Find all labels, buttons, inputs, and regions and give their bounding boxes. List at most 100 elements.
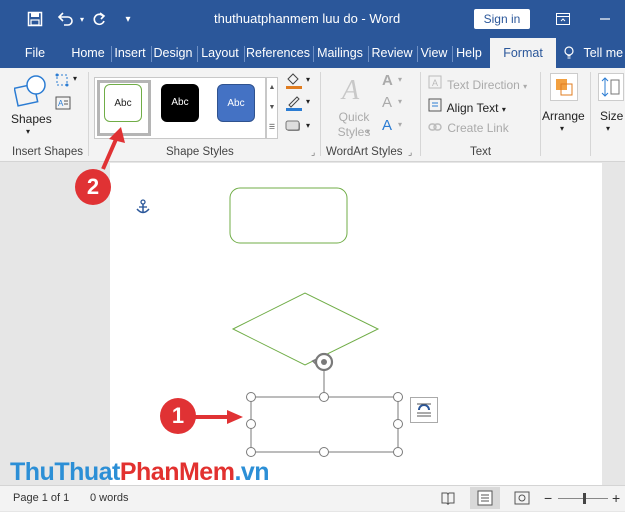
text-box-icon[interactable]: A — [55, 96, 71, 113]
wordart-styles-group-label: WordArt Styles — [326, 146, 403, 158]
style-sample-blue[interactable]: Abc — [217, 84, 255, 122]
size-icon — [598, 73, 624, 101]
sign-in-button[interactable]: Sign in — [474, 9, 530, 29]
zoom-out-icon[interactable]: − — [544, 490, 552, 506]
gallery-down-icon[interactable]: ▼ — [267, 98, 277, 118]
dialog-launcher-icon[interactable]: ⌟ — [311, 147, 315, 158]
shape-fill-icon[interactable] — [284, 73, 304, 92]
svg-text:A: A — [432, 78, 438, 88]
shapes-gallery-button[interactable]: Shapes ▾ — [8, 72, 52, 138]
tab-references[interactable]: References — [245, 38, 311, 68]
flowchart-decision-shape[interactable] — [231, 292, 380, 366]
text-effects-icon[interactable]: A — [382, 117, 392, 134]
layout-options-icon[interactable] — [410, 397, 438, 423]
watermark-part1: ThuThuat — [10, 458, 120, 486]
style-sample-outline-green[interactable]: Abc — [104, 84, 142, 122]
title-bar: ▾ ▾ thuthuatphanmem luu do - Word Sign i… — [0, 0, 625, 38]
link-icon — [428, 121, 444, 135]
chevron-down-icon[interactable]: ▾ — [306, 121, 310, 130]
tab-format[interactable]: Format — [490, 38, 556, 68]
tab-help[interactable]: Help — [453, 38, 485, 68]
tab-design[interactable]: Design — [152, 38, 194, 68]
group-divider — [420, 72, 421, 156]
align-text-button[interactable]: Align Text ▾ — [428, 98, 506, 115]
status-bar: Page 1 of 1 0 words − + — [0, 485, 625, 511]
edit-shape-icon[interactable] — [55, 73, 71, 90]
window-title: thuthuatphanmem luu do - Word — [214, 11, 401, 26]
tab-review[interactable]: Review — [369, 38, 415, 68]
shape-effects-icon[interactable] — [284, 119, 304, 136]
document-page[interactable] — [110, 163, 602, 485]
callout-arrow-2 — [101, 127, 125, 170]
gallery-more-icon[interactable]: ☰ — [267, 118, 277, 138]
callout-badge-2: 2 — [75, 169, 111, 205]
align-text-icon — [428, 98, 444, 115]
text-direction-button[interactable]: A Text Direction ▾ — [428, 75, 527, 92]
chevron-down-icon[interactable]: ▾ — [306, 97, 310, 106]
redo-icon[interactable] — [89, 9, 109, 29]
text-outline-icon[interactable]: A — [382, 94, 392, 111]
shape-styles-group-label: Shape Styles — [166, 146, 234, 158]
print-layout-icon[interactable] — [470, 487, 500, 509]
flowchart-terminator-shape[interactable] — [229, 187, 348, 244]
arrange-label: Arrange — [542, 109, 585, 123]
watermark-part3: .vn — [234, 458, 270, 486]
tab-home[interactable]: Home — [66, 38, 110, 68]
arrange-icon — [550, 73, 578, 101]
zoom-in-icon[interactable]: + — [612, 490, 620, 506]
word-count[interactable]: 0 words — [90, 492, 129, 504]
size-button[interactable]: Size ▾ — [596, 73, 625, 143]
tell-me-search[interactable]: Tell me — [564, 38, 624, 68]
ribbon-tabs: File Home Insert Design Layout Reference… — [0, 38, 625, 68]
chevron-down-icon[interactable]: ▾ — [306, 75, 310, 84]
tab-layout[interactable]: Layout — [198, 38, 242, 68]
ribbon-display-options-icon[interactable] — [553, 9, 573, 29]
callout-badge-1: 1 — [160, 398, 196, 434]
text-direction-label: Text Direction — [447, 78, 520, 92]
save-icon[interactable] — [25, 9, 45, 29]
chevron-down-icon: ▾ — [366, 127, 371, 136]
tab-mailings[interactable]: Mailings — [314, 38, 366, 68]
chevron-down-icon[interactable]: ▾ — [398, 120, 402, 129]
quick-styles-button[interactable]: A Quick Styles ▾ — [330, 73, 374, 143]
arrange-button[interactable]: Arrange ▾ — [542, 73, 586, 143]
group-divider — [88, 72, 89, 156]
tab-insert[interactable]: Insert — [112, 38, 148, 68]
tab-file[interactable]: File — [15, 38, 55, 68]
shapes-icon — [13, 74, 48, 111]
chevron-down-icon[interactable]: ▾ — [73, 74, 77, 83]
insert-shapes-group-label: Insert Shapes — [12, 146, 83, 158]
shapes-label: Shapes — [11, 112, 52, 126]
read-mode-icon[interactable] — [441, 491, 455, 508]
ribbon-format: Shapes ▾ ▾ A Insert Shapes Abc Abc Abc ▲… — [0, 68, 625, 162]
document-area: 1 — [0, 163, 625, 485]
text-fill-icon[interactable]: A — [382, 72, 393, 89]
lightbulb-icon — [564, 38, 574, 68]
chevron-down-icon: ▾ — [26, 127, 31, 136]
chevron-down-icon[interactable]: ▾ — [398, 75, 402, 84]
shape-outline-icon[interactable] — [284, 95, 304, 114]
zoom-slider[interactable] — [558, 493, 608, 504]
gallery-up-icon[interactable]: ▲ — [267, 78, 277, 98]
tab-view[interactable]: View — [418, 38, 450, 68]
web-layout-icon[interactable] — [514, 491, 530, 508]
callout-arrow-1 — [189, 410, 243, 424]
chevron-down-icon[interactable]: ▾ — [398, 97, 402, 106]
flowchart-canvas — [229, 187, 403, 457]
minimize-icon[interactable] — [595, 9, 615, 29]
dialog-launcher-icon[interactable]: ⌟ — [408, 147, 412, 158]
svg-text:A: A — [340, 75, 360, 105]
group-divider — [540, 72, 541, 156]
text-group-label: Text — [470, 146, 492, 158]
zoom-slider-thumb[interactable] — [583, 493, 586, 504]
create-link-label: Create Link — [447, 121, 509, 135]
wordart-icon: A — [340, 73, 368, 108]
page-count[interactable]: Page 1 of 1 — [13, 492, 69, 504]
group-divider — [590, 72, 591, 156]
gallery-scroll[interactable]: ▲ ▼ ☰ — [266, 77, 278, 139]
customize-toolbar-icon[interactable]: ▾ — [118, 9, 138, 29]
create-link-button[interactable]: Create Link — [428, 121, 509, 135]
chevron-down-icon: ▾ — [606, 124, 611, 133]
selected-process-shape[interactable] — [250, 396, 399, 453]
style-sample-black[interactable]: Abc — [161, 84, 199, 122]
